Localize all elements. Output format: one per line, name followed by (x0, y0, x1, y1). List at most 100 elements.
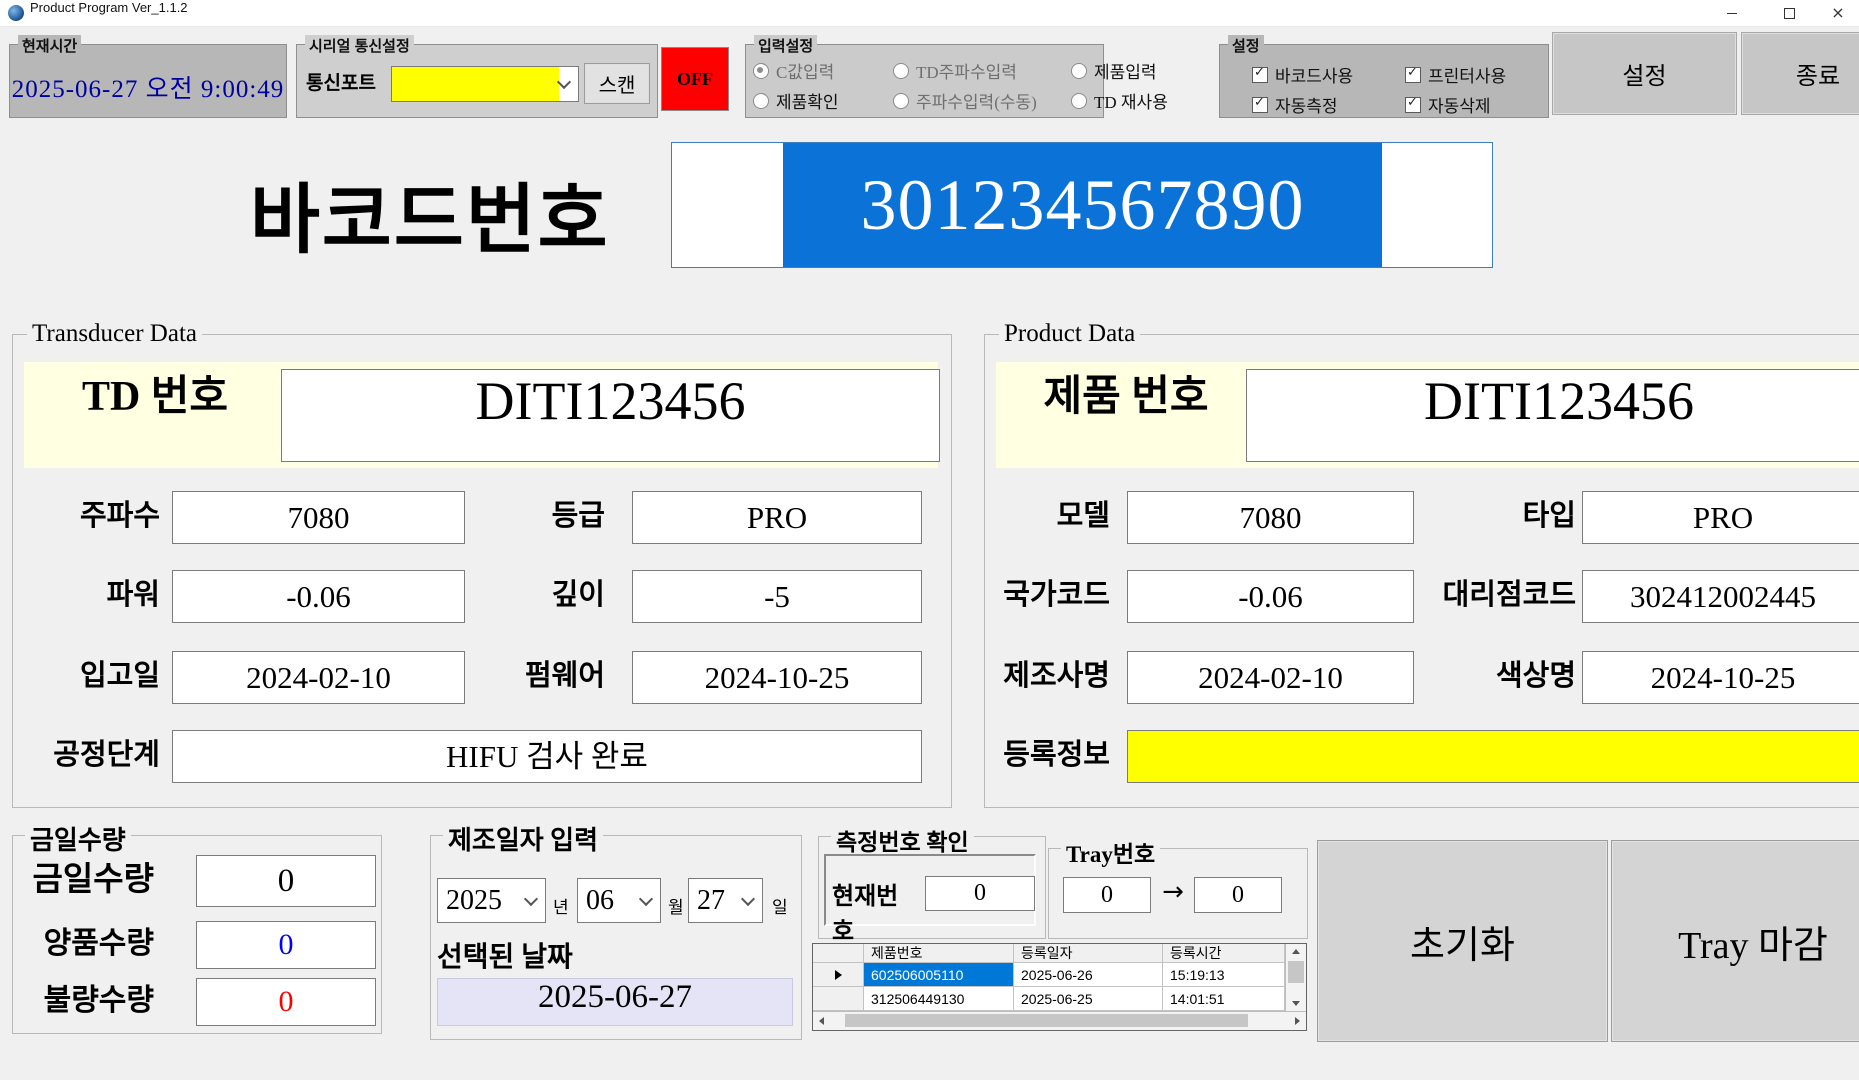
grid-cell-reg-date[interactable]: 2025-06-25 (1014, 987, 1163, 1011)
checkbox-icon (1252, 97, 1268, 113)
grid-cell-product-no[interactable]: 312506449130 (864, 987, 1014, 1011)
grid-vertical-scrollbar[interactable] (1285, 944, 1306, 1011)
year-combo[interactable]: 2025 (437, 878, 546, 923)
day-unit-label: 일 (772, 893, 788, 918)
month-value: 06 (578, 885, 641, 917)
barcode-input[interactable]: 301234567890 (671, 142, 1493, 268)
current-number-input[interactable]: 0 (925, 876, 1035, 911)
grid-col-product-no[interactable]: 제품번호 (864, 944, 1014, 963)
radio-c-value-input[interactable]: C값입력 (753, 58, 834, 83)
minimize-button[interactable] (1711, 0, 1753, 26)
type-input[interactable]: PRO (1582, 491, 1859, 544)
scroll-down-icon[interactable] (1292, 1001, 1300, 1006)
process-step-input[interactable]: HIFU 검사 완료 (172, 730, 922, 783)
chevron-down-icon (639, 891, 653, 905)
scan-button[interactable]: 스캔 (585, 64, 649, 103)
arrow-right-icon: → (1153, 877, 1193, 911)
checkbox-printer-use[interactable]: 프린터사용 (1405, 62, 1506, 87)
restore-icon (1784, 8, 1795, 19)
selected-date-label: 선택된 날짜 (437, 935, 573, 975)
year-value: 2025 (438, 885, 526, 917)
power-input[interactable]: -0.06 (172, 570, 465, 623)
color-name-label: 색상명 (1400, 651, 1576, 702)
grid-cell-product-no[interactable]: 602506005110 (864, 963, 1014, 987)
manufacturer-input[interactable]: 2024-02-10 (1127, 651, 1414, 704)
product-number-input[interactable]: DITI123456 (1246, 369, 1859, 462)
measure-number-group-title: 측정번호 확인 (831, 823, 974, 857)
comm-port-combo[interactable] (391, 66, 579, 102)
td-number-input[interactable]: DITI123456 (281, 369, 940, 462)
grid-horizontal-scrollbar[interactable] (813, 1011, 1306, 1030)
daily-quantity-value: 0 (196, 855, 376, 907)
comm-port-label: 통신포트 (306, 68, 386, 102)
scroll-right-icon[interactable] (1295, 1017, 1300, 1025)
grid-cell-reg-date[interactable]: 2025-06-26 (1014, 963, 1163, 987)
grid-col-reg-date[interactable]: 등록일자 (1014, 944, 1163, 963)
close-button[interactable]: × (1817, 0, 1859, 26)
tray-close-button[interactable]: Tray 마감 (1612, 841, 1859, 1041)
month-combo[interactable]: 06 (577, 878, 661, 923)
serial-settings-group-title: 시리얼 통신설정 (305, 35, 414, 56)
maximize-button[interactable] (1768, 0, 1810, 26)
mfg-date-group-title: 제조일자 입력 (443, 820, 603, 857)
radio-product-check[interactable]: 제품확인 (753, 88, 839, 113)
checkbox-icon (1405, 67, 1421, 83)
off-button[interactable]: OFF (661, 47, 729, 111)
good-quantity-value: 0 (196, 921, 376, 969)
barcode-label: 바코드번호 (250, 158, 610, 268)
color-name-input[interactable]: 2024-10-25 (1582, 651, 1859, 704)
selected-date-value: 2025-06-27 (437, 978, 793, 1026)
manufacturer-label: 제조사명 (984, 651, 1110, 702)
daily-quantity-label: 금일수량 (14, 855, 154, 905)
scroll-up-icon[interactable] (1292, 949, 1300, 954)
grid-row-selector[interactable] (813, 987, 864, 1011)
checkbox-auto-delete[interactable]: 자동삭제 (1405, 92, 1491, 117)
scroll-left-icon[interactable] (819, 1017, 824, 1025)
comm-port-value (392, 67, 559, 101)
grid-cell-reg-time[interactable]: 15:19:13 (1163, 963, 1285, 987)
radio-td-reuse[interactable]: TD 재사용 (1071, 88, 1168, 113)
row-arrow-icon (835, 970, 842, 980)
chevron-down-icon (524, 891, 538, 905)
country-code-input[interactable]: -0.06 (1127, 570, 1414, 623)
radio-frequency-input-manual[interactable]: 주파수입력(수동) (893, 88, 1037, 113)
frequency-label: 주파수 (20, 491, 160, 542)
product-history-grid: 제품번호 등록일자 등록시간 602506005110 2025-06-26 1… (812, 943, 1307, 1031)
grid-row-selector[interactable] (813, 963, 864, 987)
dealer-code-input[interactable]: 302412002445 (1582, 570, 1859, 623)
depth-label: 깊이 (460, 570, 605, 621)
daily-quantity-group-title: 금일수량 (25, 820, 131, 857)
current-time-value: 2025-06-27 오전 9:00:49 (10, 69, 286, 105)
app-icon (8, 5, 24, 21)
scrollbar-thumb[interactable] (845, 1014, 1248, 1027)
registration-info-input[interactable] (1127, 730, 1859, 783)
td-number-label: TD 번호 (40, 362, 270, 468)
bad-quantity-value: 0 (196, 978, 376, 1026)
checkbox-barcode-use[interactable]: 바코드사용 (1252, 62, 1353, 87)
firmware-label: 펌웨어 (460, 651, 605, 702)
grid-col-reg-time[interactable]: 등록시간 (1163, 944, 1285, 963)
firmware-input[interactable]: 2024-10-25 (632, 651, 922, 704)
scrollbar-thumb[interactable] (1288, 961, 1304, 983)
depth-input[interactable]: -5 (632, 570, 922, 623)
checkbox-auto-measure[interactable]: 자동측정 (1252, 92, 1338, 117)
frequency-input[interactable]: 7080 (172, 491, 465, 544)
tray-to-input[interactable]: 0 (1194, 877, 1282, 913)
year-unit-label: 년 (553, 893, 569, 918)
model-label: 모델 (984, 491, 1110, 542)
tray-from-input[interactable]: 0 (1063, 877, 1151, 913)
radio-icon (893, 63, 909, 79)
grid-cell-reg-time[interactable]: 14:01:51 (1163, 987, 1285, 1011)
receive-date-label: 입고일 (20, 651, 160, 702)
type-label: 타입 (1400, 491, 1576, 542)
receive-date-input[interactable]: 2024-02-10 (172, 651, 465, 704)
day-combo[interactable]: 27 (688, 878, 763, 923)
radio-product-input[interactable]: 제품입력 (1071, 58, 1157, 83)
reset-button[interactable]: 초기화 (1318, 841, 1607, 1041)
model-input[interactable]: 7080 (1127, 491, 1414, 544)
settings-button[interactable]: 설정 (1553, 33, 1736, 114)
radio-td-frequency-input[interactable]: TD주파수입력 (893, 58, 1017, 83)
grade-input[interactable]: PRO (632, 491, 922, 544)
exit-button[interactable]: 종료 (1742, 33, 1859, 114)
current-number-label: 현재번호 (832, 876, 920, 909)
